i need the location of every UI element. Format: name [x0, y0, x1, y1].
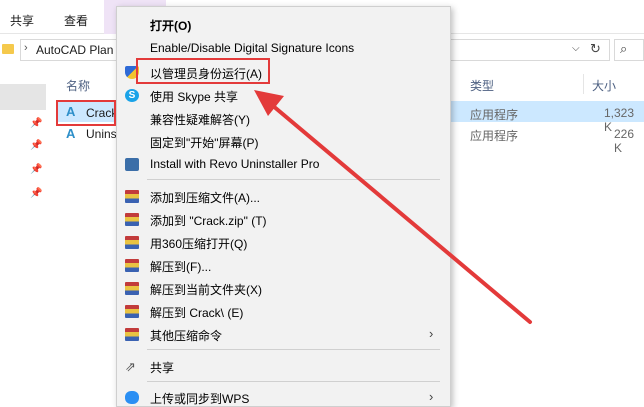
- explorer-window: 共享 查看 › AutoCAD Plan ⌵ ↻ ⌕ 📌 📌 📌 📌 名称 类型…: [0, 0, 644, 407]
- annotation-arrow-icon: [254, 90, 532, 324]
